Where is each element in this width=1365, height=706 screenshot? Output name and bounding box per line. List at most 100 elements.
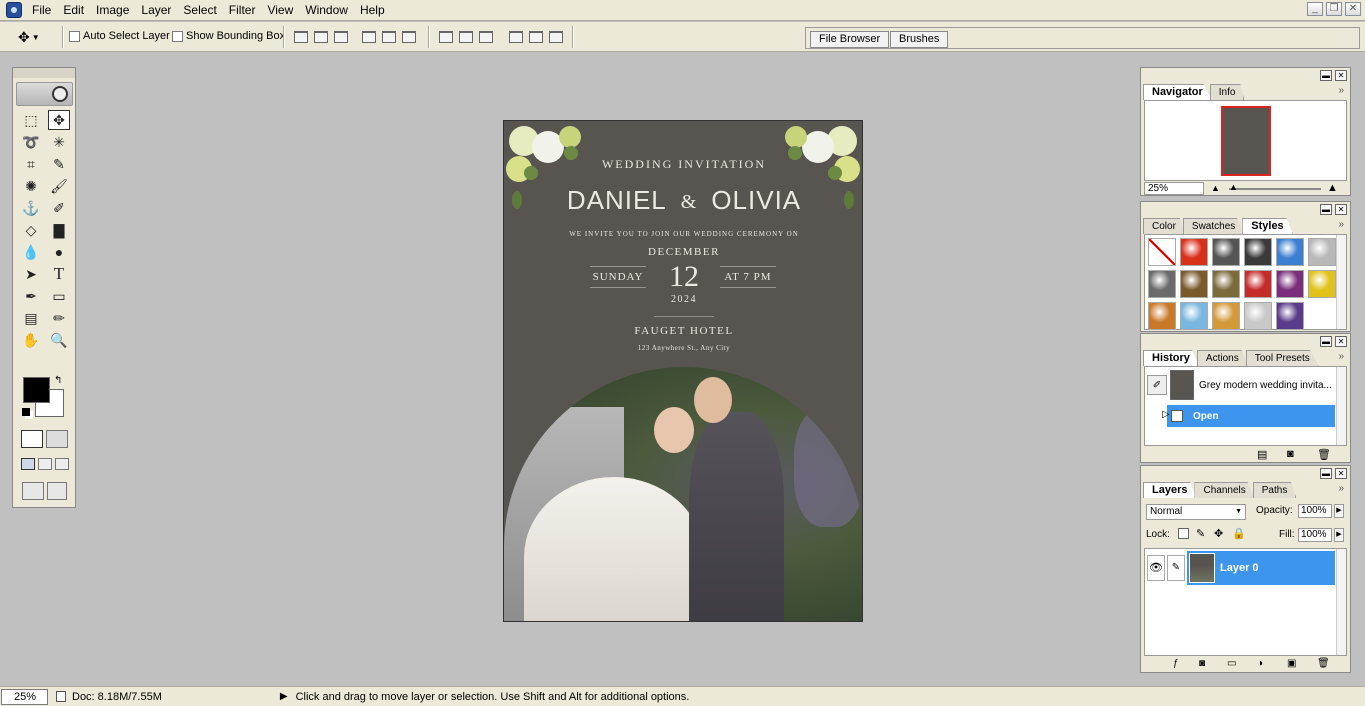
close-palette-icon[interactable]: ✕ bbox=[1335, 468, 1347, 479]
tab-tool-presets[interactable]: Tool Presets bbox=[1245, 350, 1319, 366]
history-state-open[interactable]: Open bbox=[1167, 405, 1335, 427]
hand-tool-icon[interactable]: ✋ bbox=[20, 330, 42, 350]
style-none[interactable] bbox=[1148, 238, 1176, 266]
standard-mode-icon[interactable] bbox=[21, 430, 43, 448]
marquee-tool-icon[interactable]: ⬚ bbox=[20, 110, 42, 130]
style-swatch[interactable] bbox=[1180, 270, 1208, 298]
history-snapshot-row[interactable]: ✐ Grey modern wedding invita... bbox=[1145, 369, 1335, 401]
layers-scrollbar[interactable] bbox=[1336, 549, 1346, 655]
menu-image[interactable]: Image bbox=[90, 0, 135, 21]
jump-to-imageready-icon[interactable] bbox=[22, 482, 44, 500]
file-browser-tab[interactable]: File Browser bbox=[810, 31, 890, 48]
layer-row-layer-0[interactable]: Layer 0 bbox=[1187, 551, 1335, 585]
style-swatch[interactable] bbox=[1180, 238, 1208, 266]
dodge-tool-icon[interactable]: ● bbox=[48, 242, 70, 262]
palette-menu-icon[interactable]: » bbox=[1338, 219, 1344, 230]
blur-tool-icon[interactable]: 💧 bbox=[20, 242, 42, 262]
tool-preset-picker[interactable]: ✥ ▼ bbox=[18, 26, 56, 48]
menu-window[interactable]: Window bbox=[299, 0, 354, 21]
style-swatch[interactable] bbox=[1308, 238, 1336, 266]
style-swatch[interactable] bbox=[1244, 270, 1272, 298]
zoom-out-icon[interactable]: ▲ bbox=[1211, 183, 1220, 193]
tab-channels[interactable]: Channels bbox=[1194, 482, 1255, 498]
eyedropper-tool-icon[interactable]: ✏ bbox=[48, 308, 70, 328]
style-swatch[interactable] bbox=[1148, 302, 1176, 330]
menu-help[interactable]: Help bbox=[354, 0, 391, 21]
distribute-right-icon[interactable] bbox=[547, 28, 563, 44]
checkbox-box[interactable] bbox=[69, 30, 80, 42]
quick-mask-mode-icon[interactable] bbox=[46, 430, 68, 448]
full-screen-menu-mode-icon[interactable] bbox=[38, 458, 52, 470]
tab-actions[interactable]: Actions bbox=[1196, 350, 1248, 366]
align-top-icon[interactable] bbox=[292, 28, 308, 44]
style-swatch[interactable] bbox=[1212, 302, 1240, 330]
align-right-icon[interactable] bbox=[400, 28, 416, 44]
new-group-icon[interactable]: ▭ bbox=[1227, 658, 1236, 669]
palette-menu-icon[interactable]: » bbox=[1338, 85, 1344, 96]
new-layer-icon[interactable]: ▣ bbox=[1287, 658, 1296, 669]
align-vcenter-icon[interactable] bbox=[312, 28, 328, 44]
style-swatch[interactable] bbox=[1148, 270, 1176, 298]
doc-info-icon[interactable] bbox=[56, 691, 66, 702]
zoom-tool-icon[interactable]: 🔍 bbox=[48, 330, 70, 350]
lasso-tool-icon[interactable]: ➰ bbox=[20, 132, 42, 152]
zoom-slider[interactable] bbox=[1229, 188, 1321, 190]
adjustment-layer-icon[interactable]: ◑ bbox=[1257, 658, 1263, 669]
tab-styles[interactable]: Styles bbox=[1242, 218, 1293, 234]
minimize-icon[interactable]: _ bbox=[1307, 2, 1323, 16]
distribute-bottom-icon[interactable] bbox=[477, 28, 493, 44]
navigator-thumbnail[interactable] bbox=[1221, 106, 1271, 176]
opacity-field[interactable]: 100% bbox=[1298, 504, 1332, 518]
magic-wand-tool-icon[interactable]: ✳ bbox=[48, 132, 70, 152]
fill-field[interactable]: 100% bbox=[1298, 528, 1332, 542]
type-tool-icon[interactable]: T bbox=[48, 264, 70, 284]
standard-screen-mode-icon[interactable] bbox=[21, 458, 35, 470]
distribute-left-icon[interactable] bbox=[507, 28, 523, 44]
healing-brush-tool-icon[interactable]: ✺ bbox=[20, 176, 42, 196]
document-canvas[interactable]: WEDDING INVITATION DANIEL & OLIVIA WE IN… bbox=[503, 120, 863, 622]
lock-all-icon[interactable]: 🔒 bbox=[1232, 527, 1246, 540]
photoshop-app-icon[interactable] bbox=[6, 2, 22, 18]
minimize-palette-icon[interactable]: ▬ bbox=[1320, 336, 1332, 347]
path-selection-tool-icon[interactable]: ➤ bbox=[20, 264, 42, 284]
delete-state-icon[interactable]: 🗑 bbox=[1317, 448, 1331, 461]
zoom-in-icon[interactable]: ▲ bbox=[1327, 182, 1338, 194]
style-swatch[interactable] bbox=[1212, 270, 1240, 298]
style-swatch[interactable] bbox=[1308, 270, 1336, 298]
restore-icon[interactable]: ❐ bbox=[1326, 2, 1342, 16]
swap-colors-icon[interactable]: ↰ bbox=[54, 375, 62, 386]
close-icon[interactable]: ✕ bbox=[1345, 2, 1361, 16]
history-state-marker-icon[interactable]: ▷ bbox=[1162, 409, 1170, 420]
menu-view[interactable]: View bbox=[261, 0, 299, 21]
minimize-palette-icon[interactable]: ▬ bbox=[1320, 70, 1332, 81]
style-swatch[interactable] bbox=[1276, 302, 1304, 330]
foreground-color-swatch[interactable] bbox=[23, 377, 50, 403]
move-tool-icon[interactable]: ✥ bbox=[48, 110, 70, 130]
style-swatch[interactable] bbox=[1212, 238, 1240, 266]
align-hcenter-icon[interactable] bbox=[380, 28, 396, 44]
minimize-palette-icon[interactable]: ▬ bbox=[1320, 468, 1332, 479]
zoom-slider-handle[interactable]: ▲ bbox=[1229, 182, 1238, 192]
new-snapshot-icon[interactable]: ◙ bbox=[1287, 448, 1294, 460]
brush-tool-icon[interactable]: 🖌 bbox=[48, 176, 70, 196]
distribute-hcenter-icon[interactable] bbox=[527, 28, 543, 44]
zoom-level-field[interactable]: 25% bbox=[1, 688, 48, 705]
lock-position-icon[interactable]: ✥ bbox=[1214, 527, 1223, 540]
auto-select-layer-checkbox[interactable]: Auto Select Layer bbox=[69, 30, 170, 42]
tab-history[interactable]: History bbox=[1143, 350, 1199, 366]
menu-edit[interactable]: Edit bbox=[57, 0, 90, 21]
imageready-icon[interactable] bbox=[47, 482, 67, 500]
checkbox-box[interactable] bbox=[172, 30, 183, 42]
menu-filter[interactable]: Filter bbox=[223, 0, 262, 21]
close-palette-icon[interactable]: ✕ bbox=[1335, 204, 1347, 215]
brushes-tab[interactable]: Brushes bbox=[890, 31, 949, 48]
notes-tool-icon[interactable]: ▤ bbox=[20, 308, 42, 328]
layer-link-brush-icon[interactable]: ✎ bbox=[1167, 555, 1185, 581]
full-screen-mode-icon[interactable] bbox=[55, 458, 69, 470]
default-colors-icon[interactable] bbox=[22, 408, 30, 416]
layer-mask-icon[interactable]: ◙ bbox=[1199, 658, 1205, 669]
lock-transparency-icon[interactable] bbox=[1178, 528, 1189, 539]
palette-menu-icon[interactable]: » bbox=[1338, 483, 1344, 494]
tab-navigator[interactable]: Navigator bbox=[1143, 84, 1212, 100]
fill-slider-toggle-icon[interactable]: ▶ bbox=[1334, 528, 1344, 542]
